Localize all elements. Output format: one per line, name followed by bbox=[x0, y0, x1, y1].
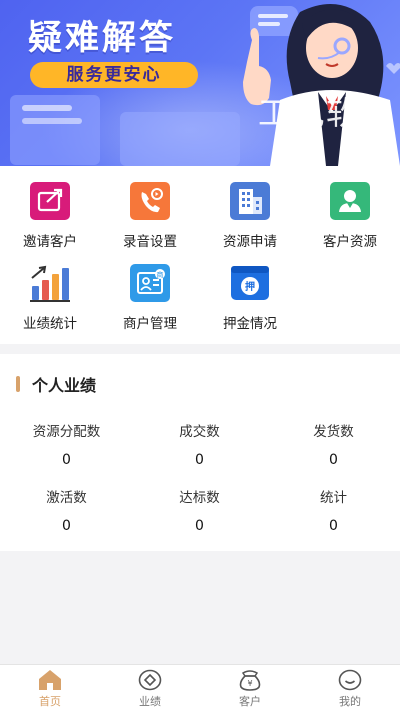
stat-label: 统计 bbox=[320, 490, 347, 506]
stat-label: 达标数 bbox=[179, 490, 220, 506]
function-menu: 邀请客户 录音设置 资源申请 客户资源 业绩统计 商 商户管理 押 押金情况 bbox=[0, 166, 400, 344]
menu-label: 客户资源 bbox=[323, 234, 377, 250]
stat-deals: 成交数 0 bbox=[133, 420, 266, 468]
menu-invite-customer[interactable]: 邀请客户 bbox=[0, 166, 100, 250]
menu-performance-stats[interactable]: 业绩统计 bbox=[0, 248, 100, 332]
menu-customer-resources[interactable]: 客户资源 bbox=[300, 166, 400, 250]
deposit-box-icon: 押 bbox=[231, 266, 269, 300]
home-icon bbox=[39, 670, 61, 690]
tab-label: 业绩 bbox=[139, 695, 161, 708]
menu-label: 录音设置 bbox=[123, 234, 177, 250]
banner-watermark: 工九软件 bbox=[258, 94, 395, 132]
tab-home[interactable]: 首页 bbox=[0, 665, 100, 711]
stat-value: 0 bbox=[329, 452, 338, 468]
performance-icon bbox=[138, 669, 162, 691]
menu-label: 邀请客户 bbox=[23, 234, 77, 250]
tab-profile[interactable]: 我的 bbox=[300, 665, 400, 711]
stat-value: 0 bbox=[62, 518, 71, 534]
banner[interactable]: 疑难解答 服务更安心 工九软件 bbox=[0, 0, 400, 166]
tab-label: 我的 bbox=[339, 695, 361, 708]
stat-label: 发货数 bbox=[313, 424, 354, 440]
share-icon bbox=[30, 182, 70, 220]
stat-value: 0 bbox=[195, 518, 204, 534]
stat-shipments: 发货数 0 bbox=[267, 420, 400, 468]
svg-text:商: 商 bbox=[157, 270, 164, 279]
stat-activations: 激活数 0 bbox=[0, 486, 133, 534]
banner-subtitle: 服务更安心 bbox=[30, 62, 198, 88]
stat-value: 0 bbox=[195, 452, 204, 468]
stat-resource-allocation: 资源分配数 0 bbox=[0, 420, 133, 468]
menu-merchant-management[interactable]: 商 商户管理 bbox=[100, 248, 200, 332]
bar-chart-icon bbox=[30, 265, 70, 302]
tab-label: 首页 bbox=[39, 695, 61, 708]
id-card-icon: 商 bbox=[130, 264, 170, 302]
banner-title: 疑难解答 bbox=[28, 18, 176, 58]
section-title: 个人业绩 bbox=[32, 376, 97, 395]
phone-record-icon bbox=[130, 182, 170, 220]
menu-label: 商户管理 bbox=[123, 316, 177, 332]
tab-label: 客户 bbox=[239, 695, 261, 708]
customer-money-icon: ¥ bbox=[239, 670, 261, 691]
menu-recording-settings[interactable]: 录音设置 bbox=[100, 166, 200, 250]
building-icon bbox=[230, 182, 270, 220]
stat-value: 0 bbox=[62, 452, 71, 468]
menu-deposit-status[interactable]: 押 押金情况 bbox=[200, 248, 300, 332]
svg-text:押: 押 bbox=[245, 280, 255, 293]
menu-label: 业绩统计 bbox=[23, 316, 77, 332]
stat-label: 成交数 bbox=[179, 424, 220, 440]
stat-label: 激活数 bbox=[46, 490, 87, 506]
personal-performance-card: 个人业绩 资源分配数 0 成交数 0 发货数 0 激活数 0 达标数 0 统计 … bbox=[0, 354, 400, 551]
tab-customer[interactable]: ¥ 客户 bbox=[200, 665, 300, 711]
menu-label: 押金情况 bbox=[223, 316, 277, 332]
stat-statistics: 统计 0 bbox=[267, 486, 400, 534]
stat-qualified: 达标数 0 bbox=[133, 486, 266, 534]
stat-label: 资源分配数 bbox=[32, 424, 101, 440]
tab-performance[interactable]: 业绩 bbox=[100, 665, 200, 711]
bottom-tab-bar: 首页 业绩 ¥ 客户 我的 bbox=[0, 664, 400, 711]
svg-text:¥: ¥ bbox=[247, 679, 252, 688]
customer-icon bbox=[330, 182, 370, 220]
menu-resource-application[interactable]: 资源申请 bbox=[200, 166, 300, 250]
menu-label: 资源申请 bbox=[223, 234, 277, 250]
section-accent-bar bbox=[16, 376, 20, 392]
stat-value: 0 bbox=[329, 518, 338, 534]
profile-icon bbox=[338, 669, 362, 691]
